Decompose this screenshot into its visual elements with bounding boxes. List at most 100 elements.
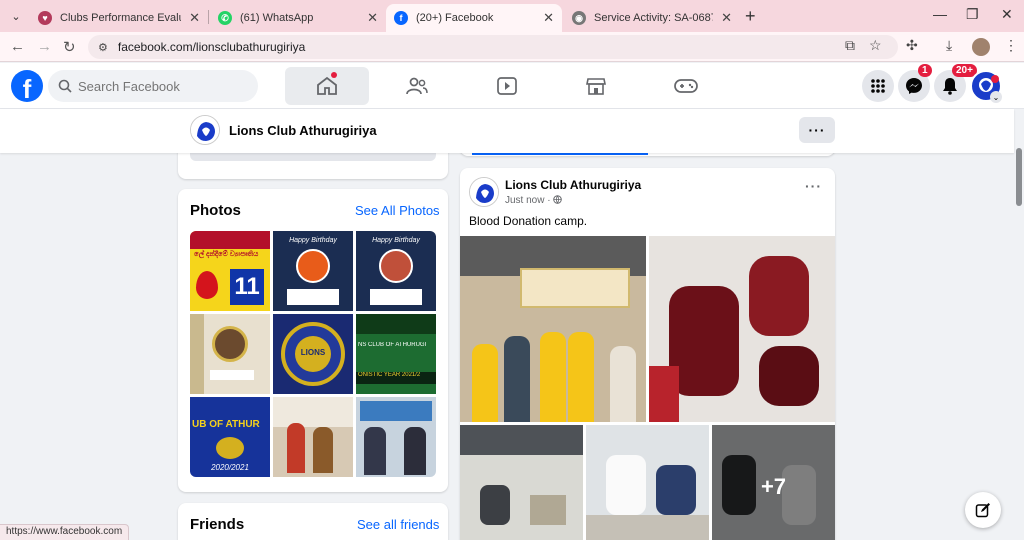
tab-title: (20+) Facebook (416, 12, 494, 24)
nav-marketplace[interactable] (554, 67, 638, 105)
search-input[interactable] (78, 78, 248, 94)
photo-caption: 2020/2021 (211, 463, 249, 472)
facebook-top-nav: f 1 20+ ⌄ (0, 63, 1024, 109)
download-icon[interactable]: ⤓ (946, 37, 952, 54)
page-scrollbar-thumb[interactable] (1016, 148, 1022, 206)
post-photo[interactable] (460, 425, 583, 540)
link-hover-status: https://www.facebook.com (0, 524, 130, 540)
photo-thumbnail[interactable]: Happy Birthday (356, 231, 436, 311)
post-time-text: Just now · (505, 195, 551, 206)
photo-thumbnail[interactable]: ලේ දන්දීමේ ව්‍යාපෘතිය 11 (190, 231, 270, 311)
photo-thumbnail[interactable]: LIONS (273, 314, 353, 394)
address-bar[interactable]: ⚙ facebook.com/lionsclubathurugiriya (88, 35, 898, 59)
browser-tab-facebook[interactable]: f (20+) Facebook ✕ (386, 4, 562, 32)
account-alert-dot (991, 75, 999, 83)
page-sticky-header: Lions Club Athurugiriya ··· (0, 109, 1014, 153)
photo-caption: Happy Birthday (372, 237, 420, 244)
new-content-dot (331, 72, 337, 78)
photo-caption: NS CLUB OF ATHURUGI (358, 342, 427, 348)
chevron-down-icon[interactable]: ⌄ (990, 91, 1002, 103)
browser-tab-clubs[interactable]: ♥ Clubs Performance Evaluation S ✕ (30, 4, 208, 32)
photo-thumbnail[interactable]: NS CLUB OF ATHURUGI ONISTIC YEAR 2021/2 (356, 314, 436, 394)
back-arrow-icon[interactable]: ← (10, 38, 25, 55)
new-message-button[interactable] (965, 492, 1001, 528)
photo-thumbnail[interactable] (273, 397, 353, 477)
photo-thumbnail[interactable] (356, 397, 436, 477)
globe-icon: ◉ (572, 11, 586, 25)
whatsapp-icon: ✆ (218, 11, 232, 25)
post-author-name[interactable]: Lions Club Athurugiriya (505, 178, 641, 192)
page-more-options-button[interactable]: ··· (799, 117, 835, 143)
profile-avatar-icon[interactable] (972, 38, 990, 56)
photo-thumbnail[interactable]: UB OF ATHUR 2020/2021 (190, 397, 270, 477)
post-author-avatar[interactable] (469, 177, 499, 207)
photos-card: Photos See All Photos ලේ දන්දීමේ ව්‍යාපෘ… (178, 189, 448, 492)
close-tab-icon[interactable]: ✕ (543, 10, 554, 26)
minimize-icon[interactable]: — (933, 6, 947, 22)
blood-drop-icon (196, 271, 218, 299)
photo-thumbnail[interactable]: Happy Birthday (273, 231, 353, 311)
photo-caption: Happy Birthday (289, 237, 337, 244)
browser-tab-service-activity[interactable]: ◉ Service Activity: SA-06870603 ✕ (564, 4, 740, 32)
photo-thumbnail[interactable] (190, 314, 270, 394)
close-tab-icon[interactable]: ✕ (189, 10, 200, 26)
reload-icon[interactable]: ↻ (63, 38, 76, 56)
post-card: Lions Club Athurugiriya Just now · ··· B… (460, 168, 835, 540)
extensions-icon[interactable]: ✣ (906, 37, 918, 54)
new-tab-button[interactable]: + (745, 6, 756, 27)
window-close-icon[interactable]: ✕ (1001, 6, 1013, 23)
facebook-search[interactable] (48, 70, 258, 102)
photo-caption: ONISTIC YEAR 2021/2 (356, 372, 436, 384)
tab-title: (61) WhatsApp (240, 12, 314, 24)
globe-icon (553, 195, 563, 204)
bookmark-star-icon[interactable]: ☆ (869, 37, 882, 54)
more-photos-count: +7 (712, 425, 835, 540)
friends-heading: Friends (190, 516, 245, 533)
video-play-icon (497, 77, 517, 95)
see-all-friends-link[interactable]: See all friends (357, 517, 439, 532)
post-photo-more[interactable]: +7 (712, 425, 835, 540)
tab-search-dropdown-icon[interactable]: ⌄ (6, 6, 26, 26)
nav-gaming[interactable] (644, 67, 728, 105)
page-title[interactable]: Lions Club Athurugiriya (229, 123, 377, 138)
facebook-logo-icon[interactable]: f (11, 70, 43, 102)
install-app-icon[interactable]: ⧉ (845, 37, 855, 54)
friends-icon (406, 77, 428, 95)
marketplace-store-icon (586, 78, 606, 95)
post-photo[interactable] (460, 236, 646, 422)
post-photo[interactable] (586, 425, 709, 540)
messenger-button[interactable]: 1 (898, 64, 932, 102)
facebook-icon: f (394, 11, 408, 25)
url-text: facebook.com/lionsclubathurugiriya (117, 40, 306, 54)
photos-grid: ලේ දන්දීමේ ව්‍යාපෘතිය 11 Happy Birthday … (190, 231, 436, 477)
bell-icon (943, 78, 957, 95)
forward-arrow-icon[interactable]: → (37, 38, 52, 55)
post-more-options-icon[interactable]: ··· (805, 178, 822, 194)
lions-logo-icon (191, 116, 219, 144)
search-icon (58, 79, 72, 93)
messenger-badge: 1 (918, 64, 932, 77)
messenger-icon (906, 78, 922, 94)
see-all-photos-link[interactable]: See All Photos (355, 203, 440, 218)
tab-title: Service Activity: SA-06870603 (594, 12, 713, 24)
menu-grid-button[interactable] (862, 70, 894, 102)
lions-logo-icon (470, 178, 498, 206)
nav-friends[interactable] (375, 67, 459, 105)
page-avatar[interactable] (190, 115, 220, 145)
lions-heart-icon: ♥ (38, 11, 52, 25)
post-timestamp[interactable]: Just now · (505, 195, 563, 206)
notifications-button[interactable]: 20+ (934, 64, 977, 102)
nav-watch[interactable] (465, 67, 549, 105)
post-photo[interactable] (649, 236, 835, 422)
tab-separator (208, 10, 209, 24)
tab-title: Clubs Performance Evaluation S (60, 12, 181, 24)
browser-tab-whatsapp[interactable]: ✆ (61) WhatsApp ✕ (210, 4, 386, 32)
close-tab-icon[interactable]: ✕ (367, 10, 378, 26)
chrome-menu-icon[interactable]: ⋮ (1004, 37, 1018, 54)
nav-home[interactable] (285, 67, 369, 105)
close-tab-icon[interactable]: ✕ (721, 10, 732, 26)
friends-card: Friends See all friends (178, 503, 448, 540)
site-info-icon[interactable]: ⚙ (98, 41, 108, 54)
restore-icon[interactable]: ❐ (966, 6, 979, 23)
photo-caption: LIONS (300, 348, 326, 357)
